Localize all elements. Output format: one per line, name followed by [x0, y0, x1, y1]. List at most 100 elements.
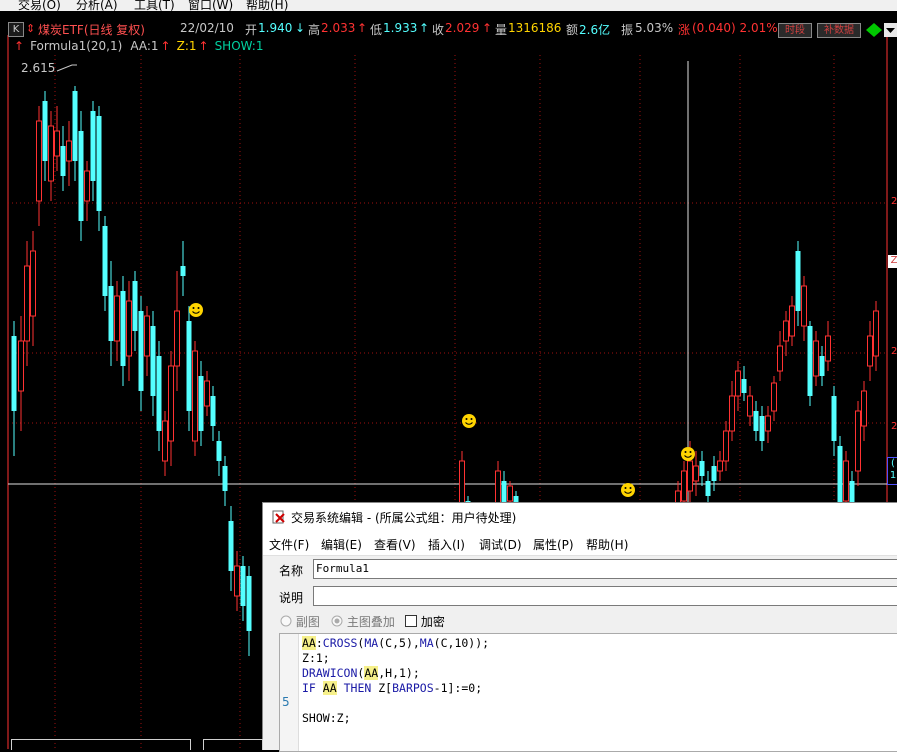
- candle-body: [48, 125, 54, 182]
- menu-item-analysis[interactable]: 分析(A): [76, 0, 118, 11]
- description-label: 说明: [279, 591, 304, 605]
- name-input[interactable]: Formula1: [313, 559, 897, 579]
- candle-body: [831, 396, 837, 441]
- editor-menu-debug[interactable]: 调试(D): [479, 536, 522, 553]
- candle-body: [204, 380, 210, 407]
- formula-aa: AA:1: [130, 39, 159, 53]
- dropdown-icon[interactable]: [884, 23, 897, 37]
- candle-body: [186, 321, 192, 411]
- candle-body: [108, 286, 114, 341]
- candle-body: [687, 460, 693, 492]
- encrypt-label: 加密: [420, 615, 445, 629]
- candle-body: [507, 485, 513, 502]
- candle-body: [78, 131, 84, 221]
- candle-body: [717, 460, 723, 472]
- candle-body: [855, 410, 861, 472]
- editor-menu-help[interactable]: 帮助(H): [586, 536, 628, 553]
- formula-z: Z:1: [176, 39, 197, 53]
- chart-high-label: 2.615: [21, 61, 56, 75]
- axis-crosshair-label: (1: [887, 457, 897, 485]
- candle-body: [495, 470, 501, 507]
- green-diamond-icon[interactable]: [866, 23, 882, 37]
- axis-current-marker: Z: [888, 255, 897, 268]
- candle-body: [18, 340, 24, 392]
- smiley-icon: [621, 483, 635, 497]
- volume-label: 量: [495, 23, 508, 37]
- amount-value: 2.6亿: [579, 23, 611, 37]
- candle-body: [729, 395, 735, 432]
- candle-body: [192, 350, 198, 442]
- candle-body: [234, 565, 240, 597]
- candle-body: [723, 430, 729, 462]
- candle-body: [11, 336, 17, 411]
- candle-body: [216, 441, 222, 461]
- change-value: (0.040) 2.01%: [692, 21, 778, 35]
- main-overlay-radio[interactable]: 主图叠加: [331, 613, 395, 630]
- candle-body: [459, 460, 465, 507]
- close-arrow-icon: ↑: [482, 21, 493, 35]
- z-arrow-icon: ↑: [198, 39, 209, 53]
- candle-body: [144, 315, 150, 357]
- candle-body: [114, 295, 120, 342]
- trading-system-editor-dialog: 交易系统编辑 - (所属公式组：用户待处理) 文件(F) 编辑(E) 查看(V)…: [262, 502, 897, 752]
- stock-icon: ⇕: [26, 22, 36, 35]
- period-button[interactable]: 时段: [778, 23, 812, 38]
- amplitude-label: 振: [621, 23, 634, 37]
- code-line-1: AA:CROSS(MA(C,5),MA(C,10));: [302, 636, 490, 650]
- candle-body: [198, 376, 204, 431]
- candle-body: [801, 285, 807, 327]
- candle-body: [150, 326, 156, 396]
- candle-body: [174, 310, 180, 367]
- code-editor[interactable]: 5 AA:CROSS(MA(C,5),MA(C,10)); Z:1; DRAWI…: [279, 633, 897, 752]
- editor-menu-file[interactable]: 文件(F): [269, 536, 309, 553]
- sub-chart-radio[interactable]: 副图: [280, 613, 320, 630]
- editor-menu-properties[interactable]: 属性(P): [533, 536, 574, 553]
- candle-body: [771, 382, 777, 412]
- menu-item-tools[interactable]: 工具(T): [134, 0, 175, 11]
- security-title: 煤炭ETF(日线 复权): [38, 23, 145, 37]
- formula-name[interactable]: Formula1(20,1): [30, 39, 122, 53]
- candle-body: [873, 310, 879, 357]
- candle-body: [72, 91, 78, 161]
- editor-menu-edit[interactable]: 编辑(E): [321, 536, 362, 553]
- candle-body: [36, 120, 42, 202]
- editor-titlebar[interactable]: 交易系统编辑 - (所属公式组：用户待处理): [263, 503, 897, 531]
- candle-body: [783, 320, 789, 342]
- candle-body: [693, 465, 699, 482]
- description-input[interactable]: [313, 586, 897, 606]
- volume-value: 1316186: [508, 21, 562, 35]
- candle-body: [30, 250, 36, 317]
- k-badge[interactable]: K: [8, 22, 24, 37]
- candle-body: [777, 345, 783, 372]
- menu-item-window[interactable]: 窗口(W): [188, 0, 233, 11]
- candle-body: [825, 335, 831, 362]
- close-label: 收: [432, 23, 445, 37]
- candle-body: [795, 251, 801, 311]
- smiley-icon: [189, 303, 203, 317]
- close-value: 2.029: [445, 21, 480, 35]
- candle-body: [699, 461, 705, 476]
- low-label: 低: [370, 23, 383, 37]
- editor-menu-insert[interactable]: 插入(I): [428, 536, 465, 553]
- smiley-icon: [462, 414, 476, 428]
- candle-body: [819, 356, 825, 376]
- menu-item-trade[interactable]: 交易(O): [18, 0, 61, 11]
- high-label-leader: [56, 64, 77, 72]
- menu-item-help[interactable]: 帮助(H): [246, 0, 288, 11]
- candle-body: [42, 101, 48, 161]
- quote-date: 22/02/10: [180, 21, 234, 35]
- candle-body: [84, 170, 90, 202]
- candle-body: [90, 111, 96, 181]
- encrypt-checkbox[interactable]: 加密: [405, 613, 445, 630]
- high-label: 高: [308, 23, 321, 37]
- editor-menu-view[interactable]: 查看(V): [374, 536, 416, 553]
- change-label: 涨: [678, 23, 691, 37]
- candle-body: [240, 566, 246, 606]
- candle-body: [126, 300, 132, 357]
- formula-indicator-line: ↑ Formula1(20,1) AA:1 ↑ Z:1 ↑ SHOW:1: [14, 39, 270, 53]
- supplement-data-button[interactable]: 补数据: [817, 23, 861, 38]
- candle-body: [765, 415, 771, 432]
- low-arrow-icon: ↑: [419, 21, 430, 35]
- candle-body: [807, 326, 813, 396]
- editor-title: 交易系统编辑 - (所属公式组：用户待处理): [291, 511, 517, 525]
